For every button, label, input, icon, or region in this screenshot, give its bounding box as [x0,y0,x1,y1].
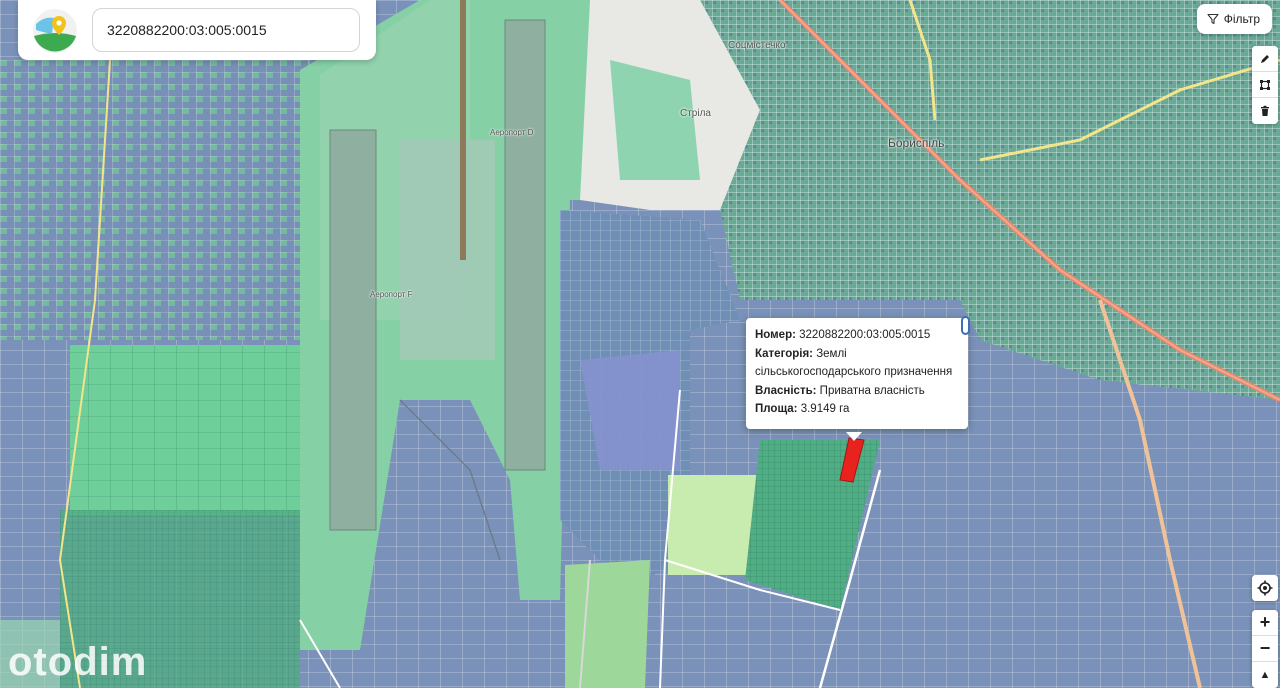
popup-number-row: Номер: 3220882200:03:005:0015 [755,329,931,341]
parcel-area: 3.9149 га [797,403,850,415]
map-canvas[interactable]: Бориспіль Соцмістечко Стріла Аеропорт D … [0,0,1280,688]
funnel-icon [1207,13,1219,25]
cadastral-search-input[interactable] [92,8,360,52]
zoom-out-button[interactable]: − [1252,636,1278,662]
popup-category-row: Категорія: Землі сільськогосподарського … [755,347,953,379]
sotsmistechko-label: Соцмістечко [728,40,786,51]
filter-button[interactable]: Фільтр [1196,4,1272,34]
parcel-info-popup: Номер: 3220882200:03:005:0015 Категорія:… [746,318,968,429]
compass-button[interactable]: ▲ [1252,662,1278,688]
terminal-f-label: Аеропорт F [370,290,413,299]
zoom-control: + − ▲ [1252,610,1278,688]
polygon-icon[interactable] [1252,72,1278,98]
popup-ownership-row: Власність: Приватна власність [755,384,925,397]
watermark-logo: otodim [8,640,148,684]
popup-pointer [846,432,862,441]
popup-area-row: Площа: 3.9149 га [755,403,850,415]
parcel-number: 3220882200:03:005:0015 [795,329,931,341]
trash-icon[interactable] [1252,98,1278,124]
town-label: Бориспіль [888,136,945,150]
filter-label: Фільтр [1223,12,1260,26]
terminal-d-label: Аеропорт D [490,128,534,137]
locate-icon[interactable] [1252,575,1278,601]
locate-control [1252,575,1278,601]
strila-label: Стріла [680,108,711,119]
parcel-ownership: Приватна власність [816,384,925,397]
popup-close-icon[interactable] [961,316,970,335]
pencil-icon[interactable] [1252,46,1278,72]
zoom-in-button[interactable]: + [1252,610,1278,636]
draw-toolbar [1252,46,1278,124]
logo-icon [33,9,77,53]
search-panel [18,0,376,60]
map-layer [0,0,1280,688]
